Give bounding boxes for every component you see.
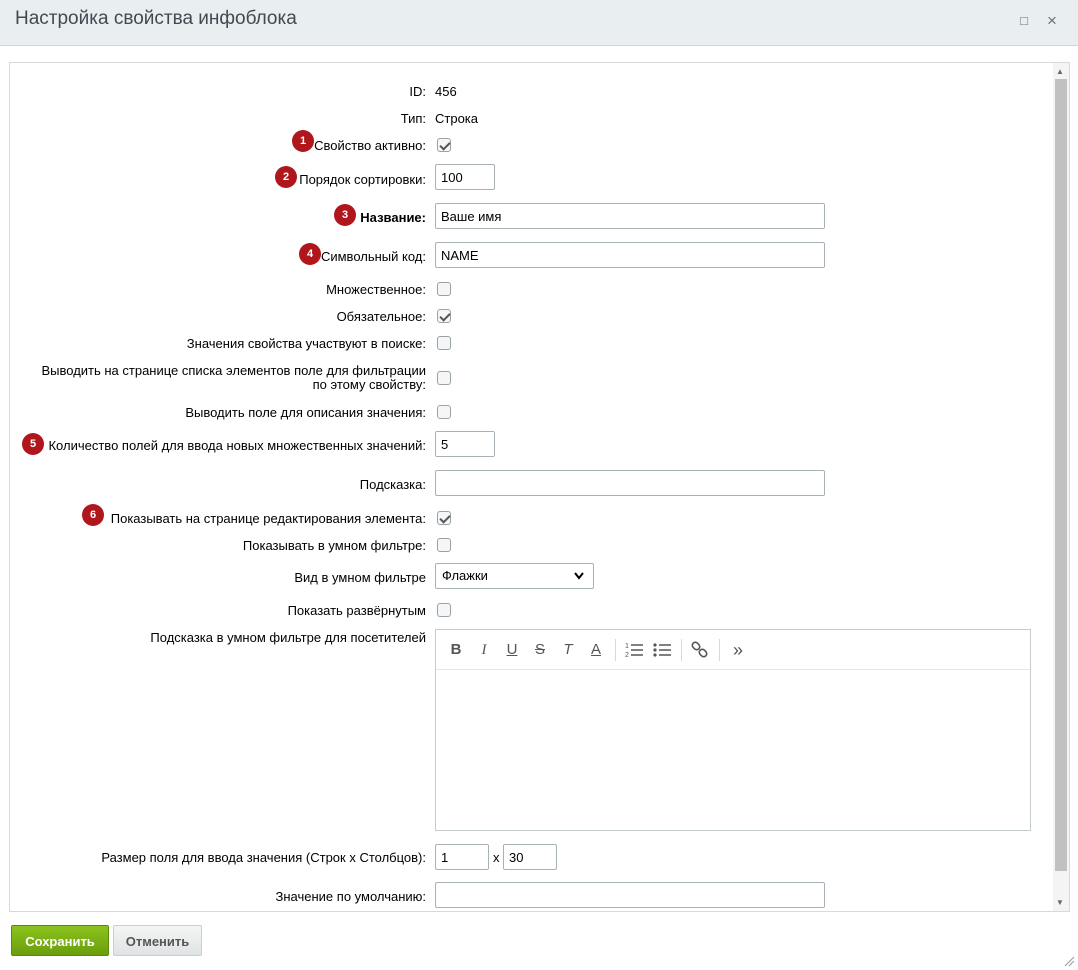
name-label: Название:: [360, 210, 426, 225]
scroll-up-icon[interactable]: ▲: [1056, 67, 1064, 77]
marker-6: 6: [82, 504, 104, 526]
show-edit-checkbox[interactable]: [437, 511, 451, 525]
toolbar-separator: [681, 639, 682, 661]
close-icon[interactable]: ×: [1044, 12, 1060, 29]
resize-grip-icon[interactable]: [1063, 955, 1075, 967]
form-panel: ID: 456 Тип: Строка 1 Свойство активно: …: [9, 62, 1070, 912]
smart-view-selected: Флажки: [442, 568, 488, 583]
code-label: Символьный код:: [320, 249, 426, 264]
id-label: ID:: [409, 84, 426, 99]
active-checkbox[interactable]: [437, 138, 451, 152]
strikethrough-icon[interactable]: S: [529, 639, 551, 661]
default-label: Значение по умолчанию:: [275, 889, 426, 904]
more-icon[interactable]: »: [727, 639, 749, 661]
clear-format-icon[interactable]: T: [557, 639, 579, 661]
smart-view-label: Вид в умном фильтре: [294, 570, 426, 585]
multi-count-input[interactable]: [435, 431, 495, 457]
hint-input[interactable]: [435, 470, 825, 496]
size-x-separator: x: [493, 850, 500, 865]
desc-checkbox[interactable]: [437, 405, 451, 419]
marker-1: 1: [292, 130, 314, 152]
smart-hint-label: Подсказка в умном фильтре для посетителе…: [150, 630, 426, 645]
dialog-titlebar: Настройка свойства инфоблока □ ×: [0, 0, 1078, 46]
smart-view-select[interactable]: Флажки: [435, 563, 594, 589]
editor-toolbar: B I U S T A 12 »: [436, 630, 1030, 670]
type-value: Строка: [435, 111, 479, 126]
link-icon[interactable]: [689, 639, 711, 661]
smart-filter-label: Показывать в умном фильтре:: [242, 538, 426, 553]
scroll-down-icon[interactable]: ▼: [1056, 898, 1064, 908]
name-input[interactable]: [435, 203, 825, 229]
search-checkbox[interactable]: [437, 336, 451, 350]
filter-checkbox[interactable]: [437, 371, 451, 385]
sort-label: Порядок сортировки:: [299, 172, 426, 187]
marker-5: 5: [22, 433, 44, 455]
italic-icon[interactable]: I: [473, 639, 495, 661]
maximize-icon[interactable]: □: [1016, 13, 1032, 29]
expanded-checkbox[interactable]: [437, 603, 451, 617]
marker-2: 2: [275, 166, 297, 188]
font-color-icon[interactable]: A: [585, 639, 607, 661]
size-label: Размер поля для ввода значения (Строк х …: [101, 850, 426, 865]
bullet-list-icon[interactable]: [651, 639, 673, 661]
chevron-down-icon: [573, 564, 585, 596]
hint-label: Подсказка:: [359, 477, 426, 492]
scrollbar-thumb[interactable]: [1055, 79, 1067, 871]
underline-icon[interactable]: U: [501, 639, 523, 661]
desc-label: Выводить поле для описания значения:: [185, 405, 426, 420]
bold-icon[interactable]: B: [445, 639, 467, 661]
svg-text:2: 2: [625, 652, 629, 659]
required-checkbox[interactable]: [437, 309, 451, 323]
toolbar-separator: [615, 639, 616, 661]
type-label: Тип:: [400, 111, 426, 126]
save-button[interactable]: Сохранить: [11, 925, 109, 956]
marker-3: 3: [334, 204, 356, 226]
id-value: 456: [435, 84, 457, 99]
code-input[interactable]: [435, 242, 825, 268]
search-label: Значения свойства участвуют в поиске:: [186, 336, 426, 351]
multiple-label: Множественное:: [326, 282, 426, 297]
smart-filter-checkbox[interactable]: [437, 538, 451, 552]
size-cols-input[interactable]: [503, 844, 557, 870]
required-label: Обязательное:: [336, 309, 426, 324]
active-label: Свойство активно:: [314, 138, 426, 153]
sort-input[interactable]: [435, 164, 495, 190]
filter-label-line1: Выводить на странице списка элементов по…: [41, 363, 426, 378]
default-input[interactable]: [435, 882, 825, 908]
dialog-title: Настройка свойства инфоблока: [15, 8, 297, 29]
ordered-list-icon[interactable]: 12: [623, 639, 645, 661]
size-rows-input[interactable]: [435, 844, 489, 870]
cancel-button[interactable]: Отменить: [113, 925, 202, 956]
multiple-checkbox[interactable]: [437, 282, 451, 296]
multi-count-label: Количество полей для ввода новых множест…: [48, 438, 426, 453]
marker-4: 4: [299, 243, 321, 265]
filter-label-line2: по этому свойству:: [312, 377, 426, 392]
expanded-label: Показать развёрнутым: [287, 603, 426, 618]
smart-hint-editor[interactable]: B I U S T A 12 »: [435, 629, 1031, 831]
show-edit-label: Показывать на странице редактирования эл…: [110, 511, 426, 526]
toolbar-separator: [719, 639, 720, 661]
svg-text:1: 1: [625, 643, 629, 650]
